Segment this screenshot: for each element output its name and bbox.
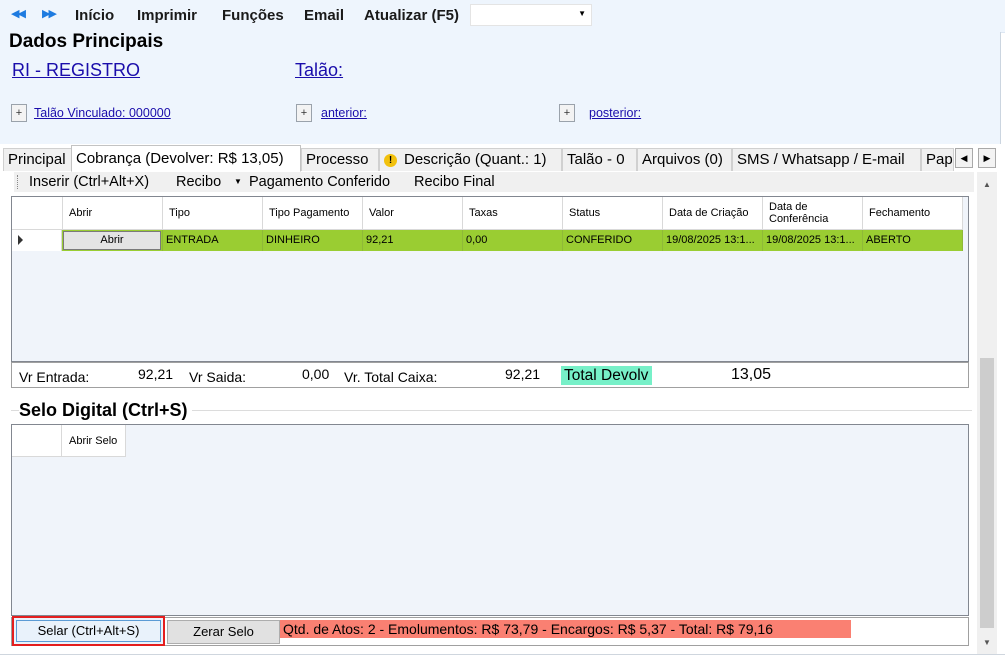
tab-sms[interactable]: SMS / Whatsapp / E-mail bbox=[732, 148, 921, 171]
expand-vinculado-button[interactable]: + bbox=[11, 104, 27, 122]
menu-inicio[interactable]: Início bbox=[75, 7, 114, 24]
tab-principal[interactable]: Principal bbox=[3, 148, 72, 171]
menu-funcoes[interactable]: Funções bbox=[222, 7, 284, 24]
ri-registro-link[interactable]: RI - REGISTRO bbox=[12, 60, 140, 81]
tab-descricao-label: Descrição (Quant.: 1) bbox=[404, 151, 547, 168]
total-devolver-value: 13,05 bbox=[731, 366, 772, 383]
toolbar-grip bbox=[17, 175, 19, 189]
recibo-dropdown-arrow-icon[interactable]: ▼ bbox=[234, 177, 242, 186]
row-pointer-icon bbox=[18, 235, 23, 245]
recibo-final-button[interactable]: Recibo Final bbox=[414, 174, 495, 190]
table-cell[interactable]: ABERTO bbox=[863, 230, 963, 251]
menu-email[interactable]: Email bbox=[304, 7, 344, 24]
vr-saida-label: Vr Saida: bbox=[189, 369, 247, 385]
posterior-link[interactable]: posterior: bbox=[589, 106, 641, 120]
forward-arrow-icon[interactable]: ▶▶ bbox=[42, 7, 57, 20]
selo-digital-title: Selo Digital (Ctrl+S) bbox=[19, 400, 192, 421]
vr-total-caixa-value: 92,21 bbox=[505, 366, 541, 382]
tab-talao[interactable]: Talão - 0 bbox=[562, 148, 637, 171]
vr-saida-value: 0,00 bbox=[302, 366, 330, 382]
vertical-scrollbar[interactable]: ▲ ▼ bbox=[977, 172, 997, 654]
table-cell[interactable]: DINHEIRO bbox=[263, 230, 363, 251]
inserir-button[interactable]: Inserir (Ctrl+Alt+X) bbox=[29, 174, 149, 190]
back-arrow-icon[interactable]: ◀◀ bbox=[11, 7, 26, 20]
anterior-link[interactable]: anterior: bbox=[321, 106, 367, 120]
table-cell[interactable]: 19/08/2025 13:1... bbox=[763, 230, 863, 251]
table-cell[interactable]: 0,00 bbox=[463, 230, 563, 251]
vr-total-caixa-label: Vr. Total Caixa: bbox=[344, 369, 438, 385]
selo-summary: Qtd. de Atos: 2 - Emolumentos: R$ 73,79 … bbox=[280, 620, 851, 638]
grid-header[interactable]: Data de Conferência bbox=[763, 197, 863, 230]
expand-posterior-button[interactable]: + bbox=[559, 104, 575, 122]
grid-header[interactable]: Valor bbox=[363, 197, 463, 230]
grid-header[interactable]: Tipo bbox=[163, 197, 263, 230]
grid-header[interactable]: Status bbox=[563, 197, 663, 230]
talao-vinculado-link[interactable]: Talão Vinculado: 000000 bbox=[34, 106, 171, 120]
vr-entrada-value: 92,21 bbox=[138, 366, 174, 382]
dropdown-arrow-icon: ▼ bbox=[578, 9, 586, 18]
scroll-up-icon[interactable]: ▲ bbox=[977, 176, 997, 193]
total-devolver-label: Total Devolv bbox=[561, 366, 652, 385]
menu-atualizar[interactable]: Atualizar (F5) bbox=[364, 7, 459, 24]
recibo-button[interactable]: Recibo bbox=[176, 174, 221, 190]
grid-header[interactable]: Fechamento bbox=[863, 197, 963, 230]
table-cell[interactable]: 19/08/2025 13:1... bbox=[663, 230, 763, 251]
menubar: ◀◀ ▶▶ Início Imprimir Funções Email Atua… bbox=[0, 0, 1005, 33]
pagamento-conferido-button[interactable]: Pagamento Conferido bbox=[249, 174, 390, 190]
selo-grid-header-corner bbox=[12, 425, 62, 457]
tab-papeis[interactable]: Pap bbox=[921, 148, 954, 171]
dados-principais-title: Dados Principais bbox=[9, 31, 164, 52]
grid-header-corner bbox=[12, 197, 63, 230]
tab-processo[interactable]: Processo bbox=[301, 148, 379, 171]
scroll-right-icon[interactable]: ▶ bbox=[978, 148, 996, 168]
grid-header[interactable]: Taxas bbox=[463, 197, 563, 230]
table-row-header[interactable] bbox=[12, 230, 62, 251]
selar-button-highlight[interactable]: Selar (Ctrl+Alt+S) bbox=[12, 616, 165, 646]
tab-cobranca[interactable]: Cobrança (Devolver: R$ 13,05) bbox=[71, 145, 301, 172]
talao-link[interactable]: Talão: bbox=[295, 60, 343, 81]
menu-imprimir[interactable]: Imprimir bbox=[137, 7, 197, 24]
tab-arquivos[interactable]: Arquivos (0) bbox=[637, 148, 732, 171]
table-cell[interactable]: CONFERIDO bbox=[563, 230, 663, 251]
scroll-left-icon[interactable]: ◀ bbox=[955, 148, 973, 168]
tab-descricao[interactable]: ! Descrição (Quant.: 1) bbox=[379, 148, 562, 171]
abrir-button[interactable]: Abrir bbox=[63, 231, 161, 250]
table-cell[interactable]: ENTRADA bbox=[163, 230, 263, 251]
selo-grid bbox=[11, 424, 969, 616]
zerar-selo-button[interactable]: Zerar Selo bbox=[167, 620, 280, 644]
menu-combo-select[interactable]: ▼ bbox=[470, 4, 592, 26]
grid-header[interactable]: Abrir bbox=[63, 197, 163, 230]
grid-header[interactable]: Tipo Pagamento bbox=[263, 197, 363, 230]
warning-icon: ! bbox=[384, 154, 397, 167]
expand-anterior-button[interactable]: + bbox=[296, 104, 312, 122]
scroll-down-icon[interactable]: ▼ bbox=[977, 634, 997, 651]
grid-header[interactable]: Data de Criação bbox=[663, 197, 763, 230]
selar-button[interactable]: Selar (Ctrl+Alt+S) bbox=[16, 620, 161, 642]
selo-grid-header[interactable]: Abrir Selo bbox=[62, 425, 126, 457]
vr-entrada-label: Vr Entrada: bbox=[19, 369, 90, 385]
scrollbar-thumb[interactable] bbox=[980, 358, 994, 628]
table-cell[interactable]: 92,21 bbox=[363, 230, 463, 251]
